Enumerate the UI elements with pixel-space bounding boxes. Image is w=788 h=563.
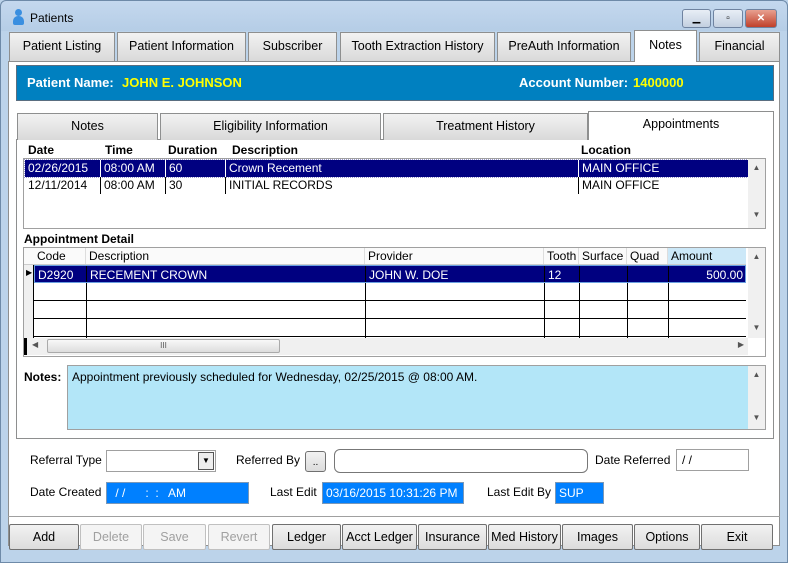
empty-rows: [34, 283, 746, 338]
appt-description: INITIAL RECORDS: [226, 177, 579, 194]
appointments-list[interactable]: 02/26/2015 08:00 AM 60 Crown Recement MA…: [23, 158, 766, 229]
appt-description: Crown Recement: [226, 160, 579, 177]
subtab-treatment-history[interactable]: Treatment History: [383, 113, 588, 140]
tab-subscriber[interactable]: Subscriber: [248, 32, 337, 61]
appt-duration: 30: [166, 177, 226, 194]
date-referred-label: Date Referred: [595, 453, 671, 467]
detail-quad: [628, 266, 669, 282]
acct-ledger-button[interactable]: Acct Ledger: [342, 524, 417, 550]
current-row-indicator-icon: ▶: [26, 268, 33, 277]
appt-date: 02/26/2015: [25, 160, 101, 177]
revert-button[interactable]: Revert: [208, 524, 270, 550]
notes-vscrollbar[interactable]: ▲ ▼: [748, 366, 765, 429]
account-number: 1400000: [633, 75, 684, 90]
last-edit-by-field: SUP: [555, 482, 604, 504]
col-time: Time: [105, 143, 133, 157]
grid-col-surface[interactable]: Surface: [579, 248, 627, 264]
grid-col-provider[interactable]: Provider: [365, 248, 544, 264]
subtab-notes[interactable]: Notes: [17, 113, 158, 140]
hscroll-thumb[interactable]: III: [47, 339, 280, 353]
col-description: Description: [232, 143, 299, 157]
grid-col-description[interactable]: Description: [86, 248, 365, 264]
appt-time: 08:00 AM: [101, 177, 166, 194]
detail-tooth: 12: [545, 266, 580, 282]
notes-text: Appointment previously scheduled for Wed…: [72, 370, 478, 384]
tab-patient-listing[interactable]: Patient Listing: [9, 32, 115, 61]
detail-surface: [580, 266, 628, 282]
divider: [8, 516, 780, 517]
row-selector-column[interactable]: ▶: [24, 265, 34, 338]
date-created-label: Date Created: [30, 485, 102, 499]
insurance-button[interactable]: Insurance: [418, 524, 487, 550]
appt-location: MAIN OFFICE: [582, 178, 660, 192]
tab-preauth-information[interactable]: PreAuth Information: [497, 32, 631, 61]
appointment-row[interactable]: 12/11/2014 08:00 AM 30 INITIAL RECORDS M…: [25, 177, 748, 194]
grid-col-code[interactable]: Code: [34, 248, 86, 264]
referral-type-select[interactable]: ▼: [106, 450, 216, 472]
med-history-button[interactable]: Med History: [488, 524, 561, 550]
app-icon: [12, 9, 24, 25]
last-edit-field: 03/16/2015 10:31:26 PM: [322, 482, 464, 504]
options-button[interactable]: Options: [634, 524, 700, 550]
patient-header: Patient Name: JOHN E. JOHNSON Account Nu…: [16, 65, 774, 101]
detail-amount: 500.00: [706, 268, 743, 282]
minimize-button[interactable]: ▁: [682, 9, 711, 28]
notes-textarea[interactable]: Appointment previously scheduled for Wed…: [67, 365, 766, 430]
save-button[interactable]: Save: [143, 524, 206, 550]
exit-button[interactable]: Exit: [701, 524, 773, 550]
detail-row[interactable]: D2920 RECEMENT CROWN JOHN W. DOE 12 500.…: [34, 265, 746, 283]
detail-provider: JOHN W. DOE: [366, 266, 545, 282]
maximize-button[interactable]: ▫: [713, 9, 743, 28]
subtab-appointments[interactable]: Appointments: [588, 111, 774, 140]
referred-by-lookup-button[interactable]: ..: [305, 451, 326, 472]
appointments-vscrollbar[interactable]: ▲ ▼: [748, 159, 765, 228]
appt-duration: 60: [166, 160, 226, 177]
detail-vscrollbar[interactable]: ▲ ▼: [748, 248, 765, 338]
date-created-field: / / : : AM: [106, 482, 249, 504]
grid-col-amount[interactable]: Amount: [668, 248, 746, 264]
close-button[interactable]: ✕: [745, 9, 777, 28]
account-number-label: Account Number:: [519, 75, 629, 90]
tab-notes[interactable]: Notes: [634, 30, 697, 62]
images-button[interactable]: Images: [562, 524, 633, 550]
appt-location: MAIN OFFICE: [582, 161, 660, 175]
delete-button[interactable]: Delete: [80, 524, 142, 550]
subtab-eligibility-information[interactable]: Eligibility Information: [160, 113, 381, 140]
grid-col-tooth[interactable]: Tooth: [544, 248, 579, 264]
appt-date: 12/11/2014: [25, 177, 101, 194]
date-referred-input[interactable]: / /: [676, 449, 749, 471]
referred-by-input[interactable]: [334, 449, 588, 473]
grid-col-quad[interactable]: Quad: [627, 248, 668, 264]
last-edit-by-label: Last Edit By: [487, 485, 552, 499]
referral-type-label: Referral Type: [30, 453, 102, 467]
last-edit-label: Last Edit: [270, 485, 317, 499]
notes-label: Notes:: [24, 370, 62, 384]
appointment-detail-title: Appointment Detail: [24, 232, 134, 246]
detail-hscrollbar[interactable]: ◀ III ▶: [24, 338, 748, 355]
detail-description: RECEMENT CROWN: [87, 266, 366, 282]
appt-time: 08:00 AM: [101, 160, 166, 177]
patient-name: JOHN E. JOHNSON: [122, 75, 242, 90]
referred-by-label: Referred By: [236, 453, 301, 467]
chevron-down-icon[interactable]: ▼: [198, 452, 214, 470]
detail-code: D2920: [35, 266, 87, 282]
grid-header: Code Description Provider Tooth Surface …: [24, 248, 746, 265]
tab-tooth-extraction-history[interactable]: Tooth Extraction History: [340, 32, 495, 61]
col-date: Date: [28, 143, 55, 157]
tab-patient-information[interactable]: Patient Information: [117, 32, 246, 61]
tab-financial[interactable]: Financial: [699, 32, 780, 61]
patient-name-label: Patient Name:: [27, 75, 114, 90]
col-location: Location: [581, 143, 631, 157]
window-title: Patients: [30, 11, 74, 25]
col-duration: Duration: [168, 143, 218, 157]
appointment-row[interactable]: 02/26/2015 08:00 AM 60 Crown Recement MA…: [24, 159, 749, 178]
add-button[interactable]: Add: [9, 524, 79, 550]
ledger-button[interactable]: Ledger: [272, 524, 341, 550]
